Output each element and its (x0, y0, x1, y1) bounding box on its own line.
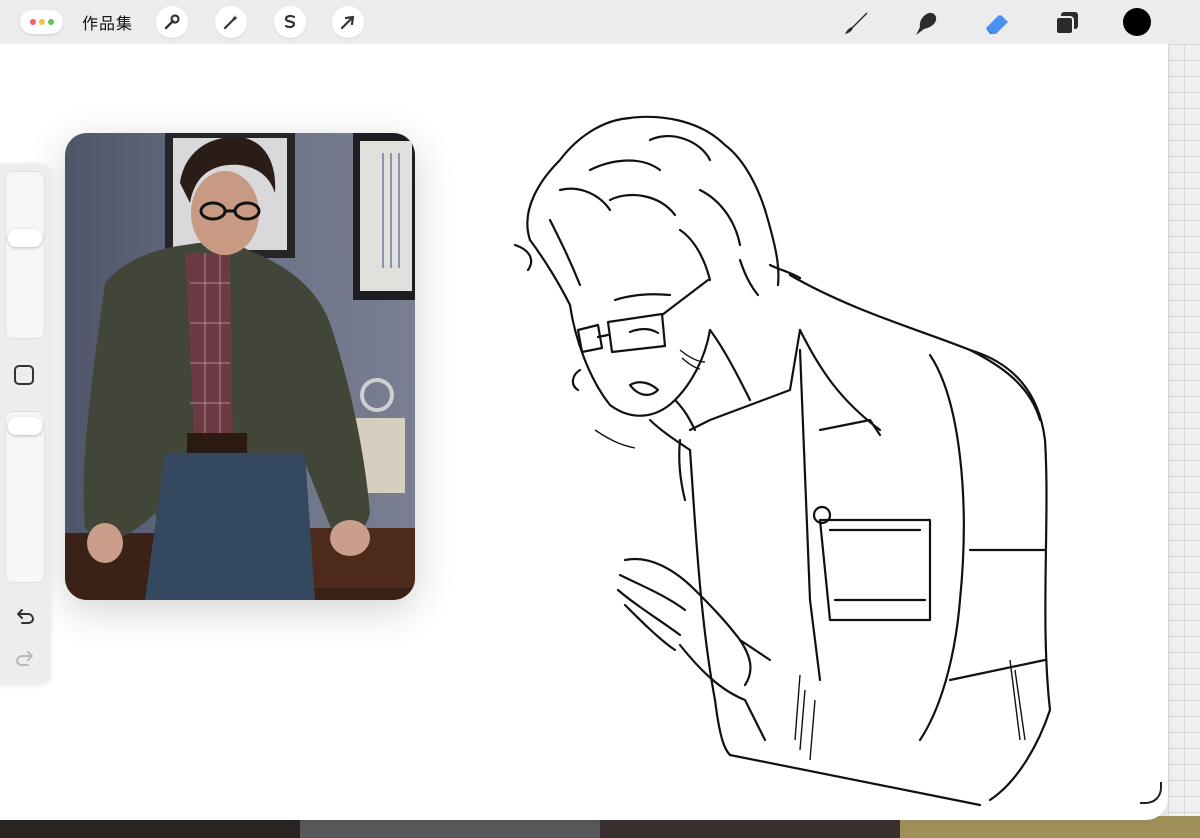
adjustments-button[interactable] (215, 6, 247, 38)
transform-button[interactable] (332, 6, 364, 38)
arrow-cursor-icon (340, 15, 355, 30)
top-toolbar: 作品集 (0, 0, 1200, 44)
eraser-button[interactable] (982, 8, 1012, 38)
opacity-thumb[interactable] (8, 417, 42, 435)
redo-icon[interactable] (13, 647, 37, 671)
brush-button[interactable] (841, 8, 871, 38)
selection-s-icon (284, 14, 296, 29)
color-picker-button[interactable] (1123, 8, 1151, 36)
selection-button[interactable] (274, 6, 306, 38)
menu-dot-green (47, 19, 54, 25)
gallery-button[interactable]: 作品集 (82, 10, 133, 34)
actions-button[interactable] (156, 6, 188, 38)
smudge-icon (916, 12, 937, 36)
undo-icon[interactable] (13, 605, 37, 629)
menu-dot-red (29, 19, 36, 25)
sidebar (0, 163, 51, 685)
opacity-slider[interactable] (5, 411, 45, 583)
background-grid-strip (1168, 44, 1200, 838)
layers-button[interactable] (1052, 8, 1082, 38)
brush-size-slider[interactable] (5, 171, 45, 339)
eraser-icon (986, 15, 1008, 34)
brush-size-thumb[interactable] (8, 229, 42, 247)
modify-button[interactable] (14, 365, 34, 385)
brush-icon (845, 12, 868, 34)
layers-icon (1055, 12, 1078, 35)
sketch-drawing (513, 115, 1052, 807)
menu-dot-yellow (38, 19, 45, 25)
menu-dots-button[interactable] (20, 10, 63, 34)
reference-photo (65, 133, 415, 600)
reference-window[interactable] (65, 133, 415, 600)
magic-wand-icon (223, 15, 238, 30)
wrench-icon (164, 14, 180, 30)
smudge-button[interactable] (911, 8, 941, 38)
canvas-corner (1140, 782, 1162, 804)
